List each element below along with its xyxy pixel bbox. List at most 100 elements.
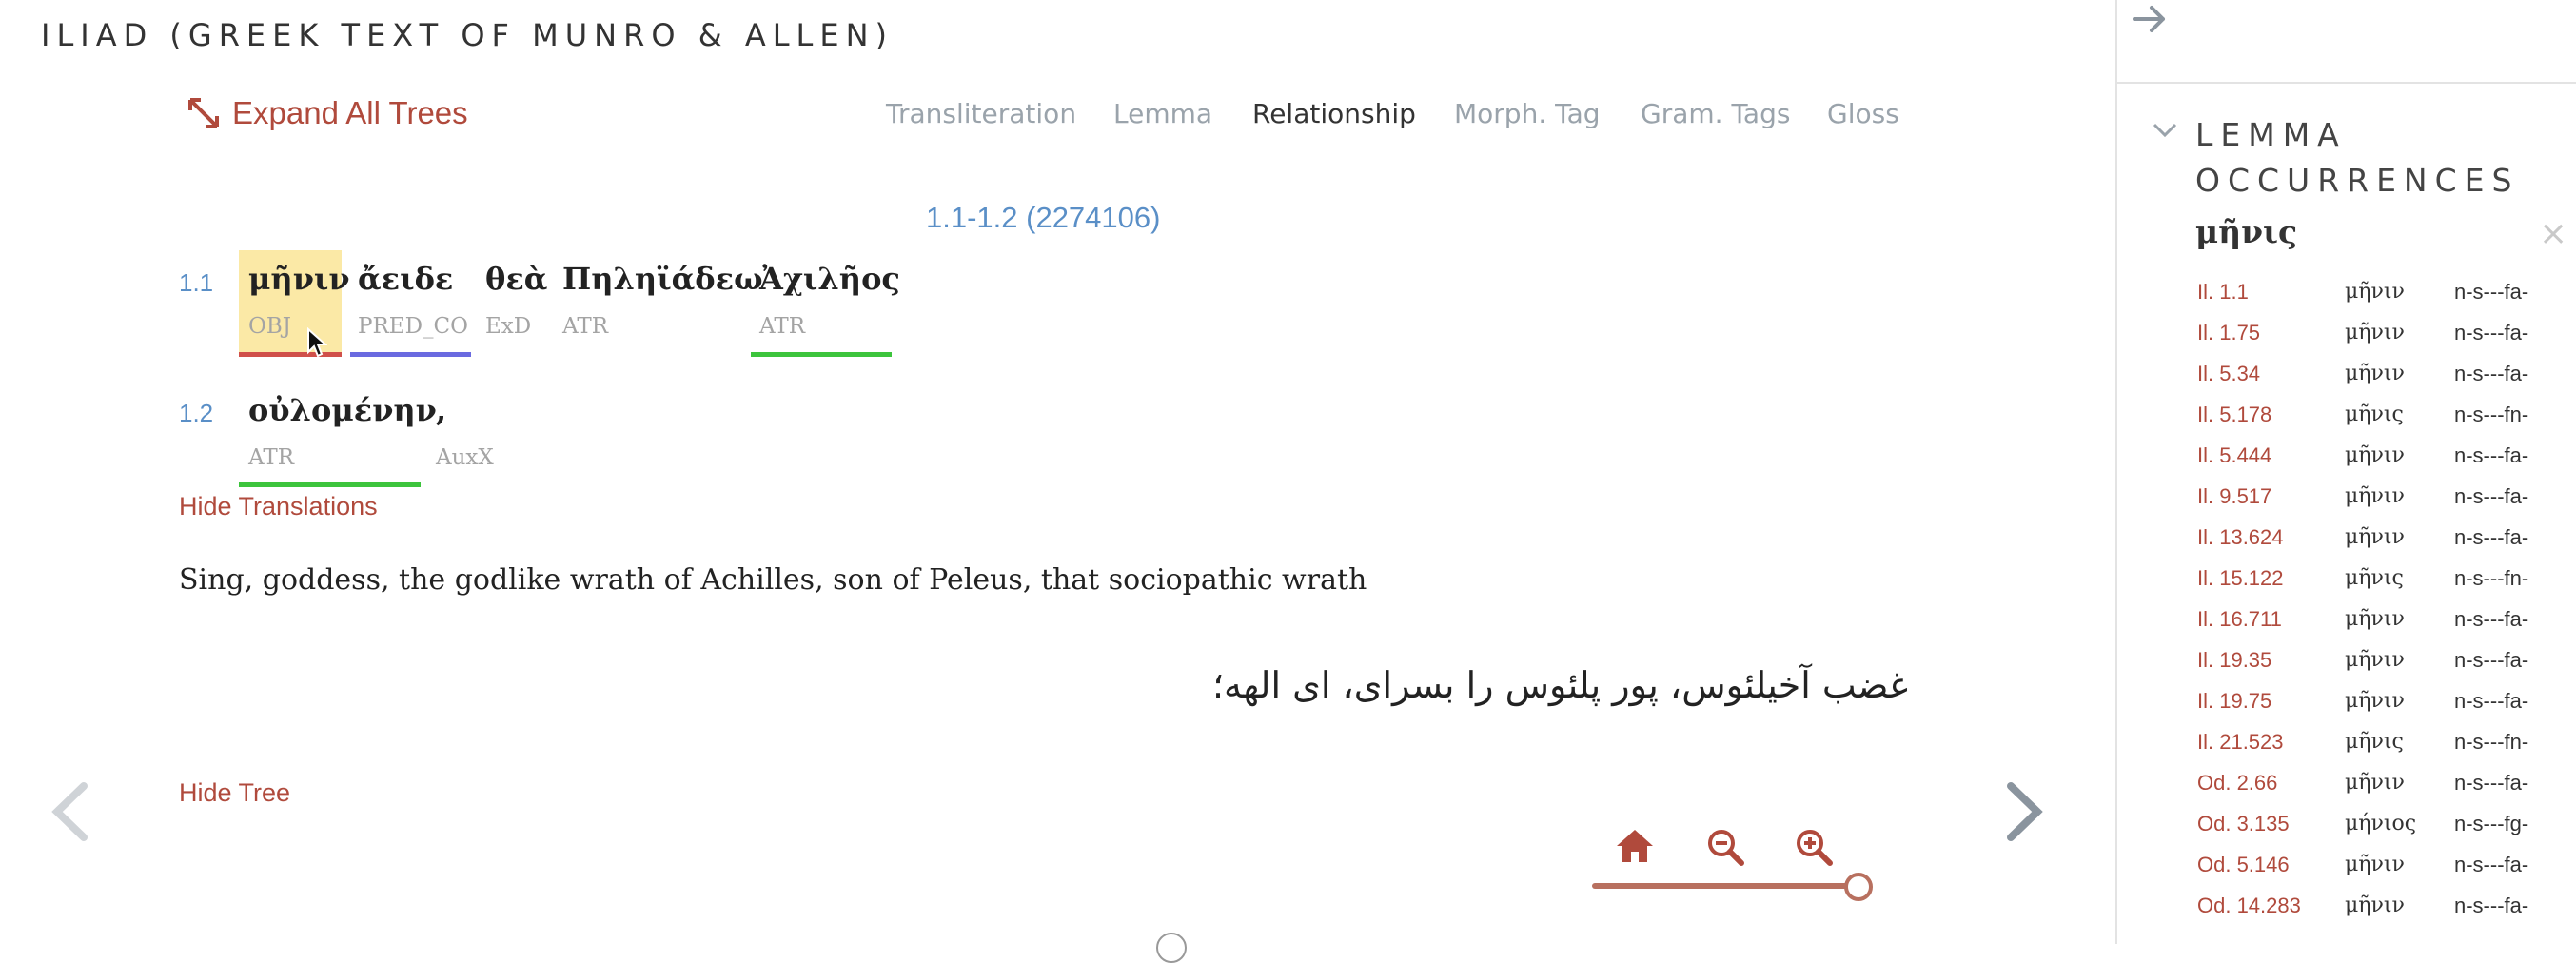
word-form: θεὰ (485, 261, 548, 297)
occurrence-form: μῆνις (2345, 403, 2404, 426)
relation-underline (239, 482, 421, 487)
expand-icon (188, 98, 219, 128)
occurrence-row[interactable]: Il. 1.75 μῆνιν n-s---fa- (2197, 321, 2568, 362)
occurrence-ref[interactable]: Od. 5.146 (2197, 853, 2290, 877)
occurrence-tag: n-s---fa- (2454, 280, 2529, 304)
occurrence-form: μῆνιν (2345, 443, 2405, 467)
home-icon[interactable] (1615, 828, 1655, 864)
occurrence-ref[interactable]: Il. 19.35 (2197, 648, 2271, 673)
hide-tree-link[interactable]: Hide Tree (179, 778, 290, 808)
occurrence-ref[interactable]: Od. 3.135 (2197, 812, 2290, 836)
occurrence-ref[interactable]: Il. 5.34 (2197, 362, 2260, 386)
occurrence-row[interactable]: Il. 5.178 μῆνις n-s---fn- (2197, 403, 2568, 443)
occurrence-ref[interactable]: Il. 9.517 (2197, 484, 2271, 509)
occurrence-row[interactable]: Il. 1.1 μῆνιν n-s---fa- (2197, 280, 2568, 321)
hide-translations-link[interactable]: Hide Translations (179, 492, 378, 521)
occurrence-tag: n-s---fa- (2454, 321, 2529, 344)
occurrence-form: μῆνιν (2345, 894, 2405, 917)
line-number: 1.1 (179, 268, 214, 297)
occurrence-tag: n-s---fa- (2454, 853, 2529, 876)
occurrence-form: μῆνιν (2345, 280, 2405, 304)
word-token[interactable]: , AuxX (436, 392, 494, 470)
occurrence-ref[interactable]: Il. 15.122 (2197, 566, 2284, 591)
page-title: ILIAD (GREEK TEXT OF MUNRO & ALLEN) (41, 17, 894, 53)
occurrence-tag: n-s---fn- (2454, 403, 2529, 426)
sidebar-heading-line1: LEMMA (2195, 116, 2347, 153)
passage-reference[interactable]: 1.1-1.2 (2274106) (926, 201, 1160, 235)
occurrence-ref[interactable]: Il. 19.75 (2197, 689, 2271, 714)
word-token[interactable]: Πηληϊάδεω ATR (562, 261, 763, 339)
occurrence-form: μῆνιν (2345, 648, 2405, 672)
word-form: Πηληϊάδεω (562, 261, 763, 297)
zoom-out-icon[interactable] (1706, 828, 1744, 866)
occurrence-row[interactable]: Il. 13.624 μῆνιν n-s---fa- (2197, 525, 2568, 566)
occurrence-tag: n-s---fa- (2454, 443, 2529, 467)
occurrence-row[interactable]: Il. 16.711 μῆνιν n-s---fa- (2197, 607, 2568, 648)
occurrence-form: μῆνις (2345, 566, 2404, 590)
occurrence-ref[interactable]: Od. 2.66 (2197, 771, 2277, 796)
occurrence-row[interactable]: Od. 5.146 μῆνιν n-s---fa- (2197, 853, 2568, 894)
occurrence-form: μῆνιν (2345, 853, 2405, 876)
occurrence-ref[interactable]: Il. 21.523 (2197, 730, 2284, 755)
occurrence-form: μῆνιν (2345, 771, 2405, 795)
tab-morph-tag[interactable]: Morph. Tag (1454, 98, 1601, 129)
word-form: οὐλομένην (248, 392, 437, 428)
tab-transliteration[interactable]: Transliteration (886, 98, 1076, 129)
occurrence-row[interactable]: Od. 2.66 μῆνιν n-s---fa- (2197, 771, 2568, 812)
occurrence-row[interactable]: Od. 14.283 μῆνιν n-s---fa- (2197, 894, 2568, 934)
occurrence-ref[interactable]: Il. 16.711 (2197, 607, 2282, 632)
occurrence-ref[interactable]: Il. 13.624 (2197, 525, 2284, 550)
zoom-in-icon[interactable] (1795, 828, 1833, 866)
word-token[interactable]: οὐλομένην ATR (248, 392, 437, 470)
occurrence-row[interactable]: Il. 5.34 μῆνιν n-s---fa- (2197, 362, 2568, 403)
occurrence-tag: n-s---fa- (2454, 525, 2529, 549)
word-token[interactable]: ἄειδε PRED_CO (358, 261, 468, 339)
occurrence-ref[interactable]: Od. 14.283 (2197, 894, 2301, 918)
zoom-slider-track[interactable] (1592, 883, 1857, 889)
occurrence-row[interactable]: Il. 19.75 μῆνιν n-s---fa- (2197, 689, 2568, 730)
occurrence-tag: n-s---fa- (2454, 648, 2529, 672)
word-relation-tag: ATR (562, 314, 609, 339)
occurrence-tag: n-s---fa- (2454, 689, 2529, 713)
occurrence-tag: n-s---fn- (2454, 566, 2529, 590)
occurrence-tag: n-s---fa- (2454, 362, 2529, 385)
close-icon[interactable]: × (2539, 214, 2567, 253)
occurrence-row[interactable]: Il. 9.517 μῆνιν n-s---fa- (2197, 484, 2568, 525)
occurrence-tag: n-s---fa- (2454, 894, 2529, 917)
tree-root-node[interactable] (1156, 933, 1187, 963)
expand-label: Expand All Trees (232, 95, 468, 130)
line-number: 1.2 (179, 399, 214, 427)
tab-gram-tags[interactable]: Gram. Tags (1641, 98, 1790, 129)
word-token[interactable]: θεὰ ExD (485, 261, 548, 339)
occurrence-row[interactable]: Il. 15.122 μῆνις n-s---fn- (2197, 566, 2568, 607)
relation-underline (350, 352, 471, 357)
next-arrow-icon[interactable] (2003, 782, 2045, 841)
occurrence-form: μῆνις (2345, 730, 2404, 754)
word-relation-tag: ExD (485, 314, 532, 339)
occurrence-row[interactable]: Il. 5.444 μῆνιν n-s---fa- (2197, 443, 2568, 484)
prev-arrow-icon[interactable] (49, 782, 91, 841)
chevron-down-icon[interactable] (2152, 122, 2178, 139)
occurrence-ref[interactable]: Il. 5.178 (2197, 403, 2271, 427)
word-relation-tag: AuxX (436, 445, 494, 470)
sidebar-toolbar (2117, 0, 2576, 84)
tab-lemma[interactable]: Lemma (1113, 98, 1212, 129)
occurrence-row[interactable]: Il. 19.35 μῆνιν n-s---fa- (2197, 648, 2568, 689)
tab-gloss[interactable]: Gloss (1827, 98, 1899, 129)
word-token[interactable]: μῆνιν OBJ (248, 261, 350, 339)
arrow-right-icon[interactable] (2131, 2, 2169, 36)
expand-all-trees-button[interactable]: Expand All Trees (187, 95, 468, 131)
occurrence-form: μῆνιν (2345, 321, 2405, 344)
occurrence-ref[interactable]: Il. 1.75 (2197, 321, 2260, 345)
main-panel: ILIAD (GREEK TEXT OF MUNRO & ALLEN) Expa… (0, 0, 2115, 963)
occurrence-ref[interactable]: Il. 1.1 (2197, 280, 2249, 305)
zoom-slider-thumb[interactable] (1844, 873, 1873, 901)
word-token[interactable]: Ἀχιλῆος ATR (759, 261, 900, 339)
occurrence-row[interactable]: Od. 3.135 μήνιος n-s---fg- (2197, 812, 2568, 853)
occurrence-row[interactable]: Il. 21.523 μῆνις n-s---fn- (2197, 730, 2568, 771)
occurrence-ref[interactable]: Il. 5.444 (2197, 443, 2271, 468)
occurrence-tag: n-s---fa- (2454, 484, 2529, 508)
word-relation-tag: PRED_CO (358, 314, 468, 339)
occurrence-form: μῆνιν (2345, 362, 2405, 385)
tab-relationship[interactable]: Relationship (1252, 98, 1416, 129)
